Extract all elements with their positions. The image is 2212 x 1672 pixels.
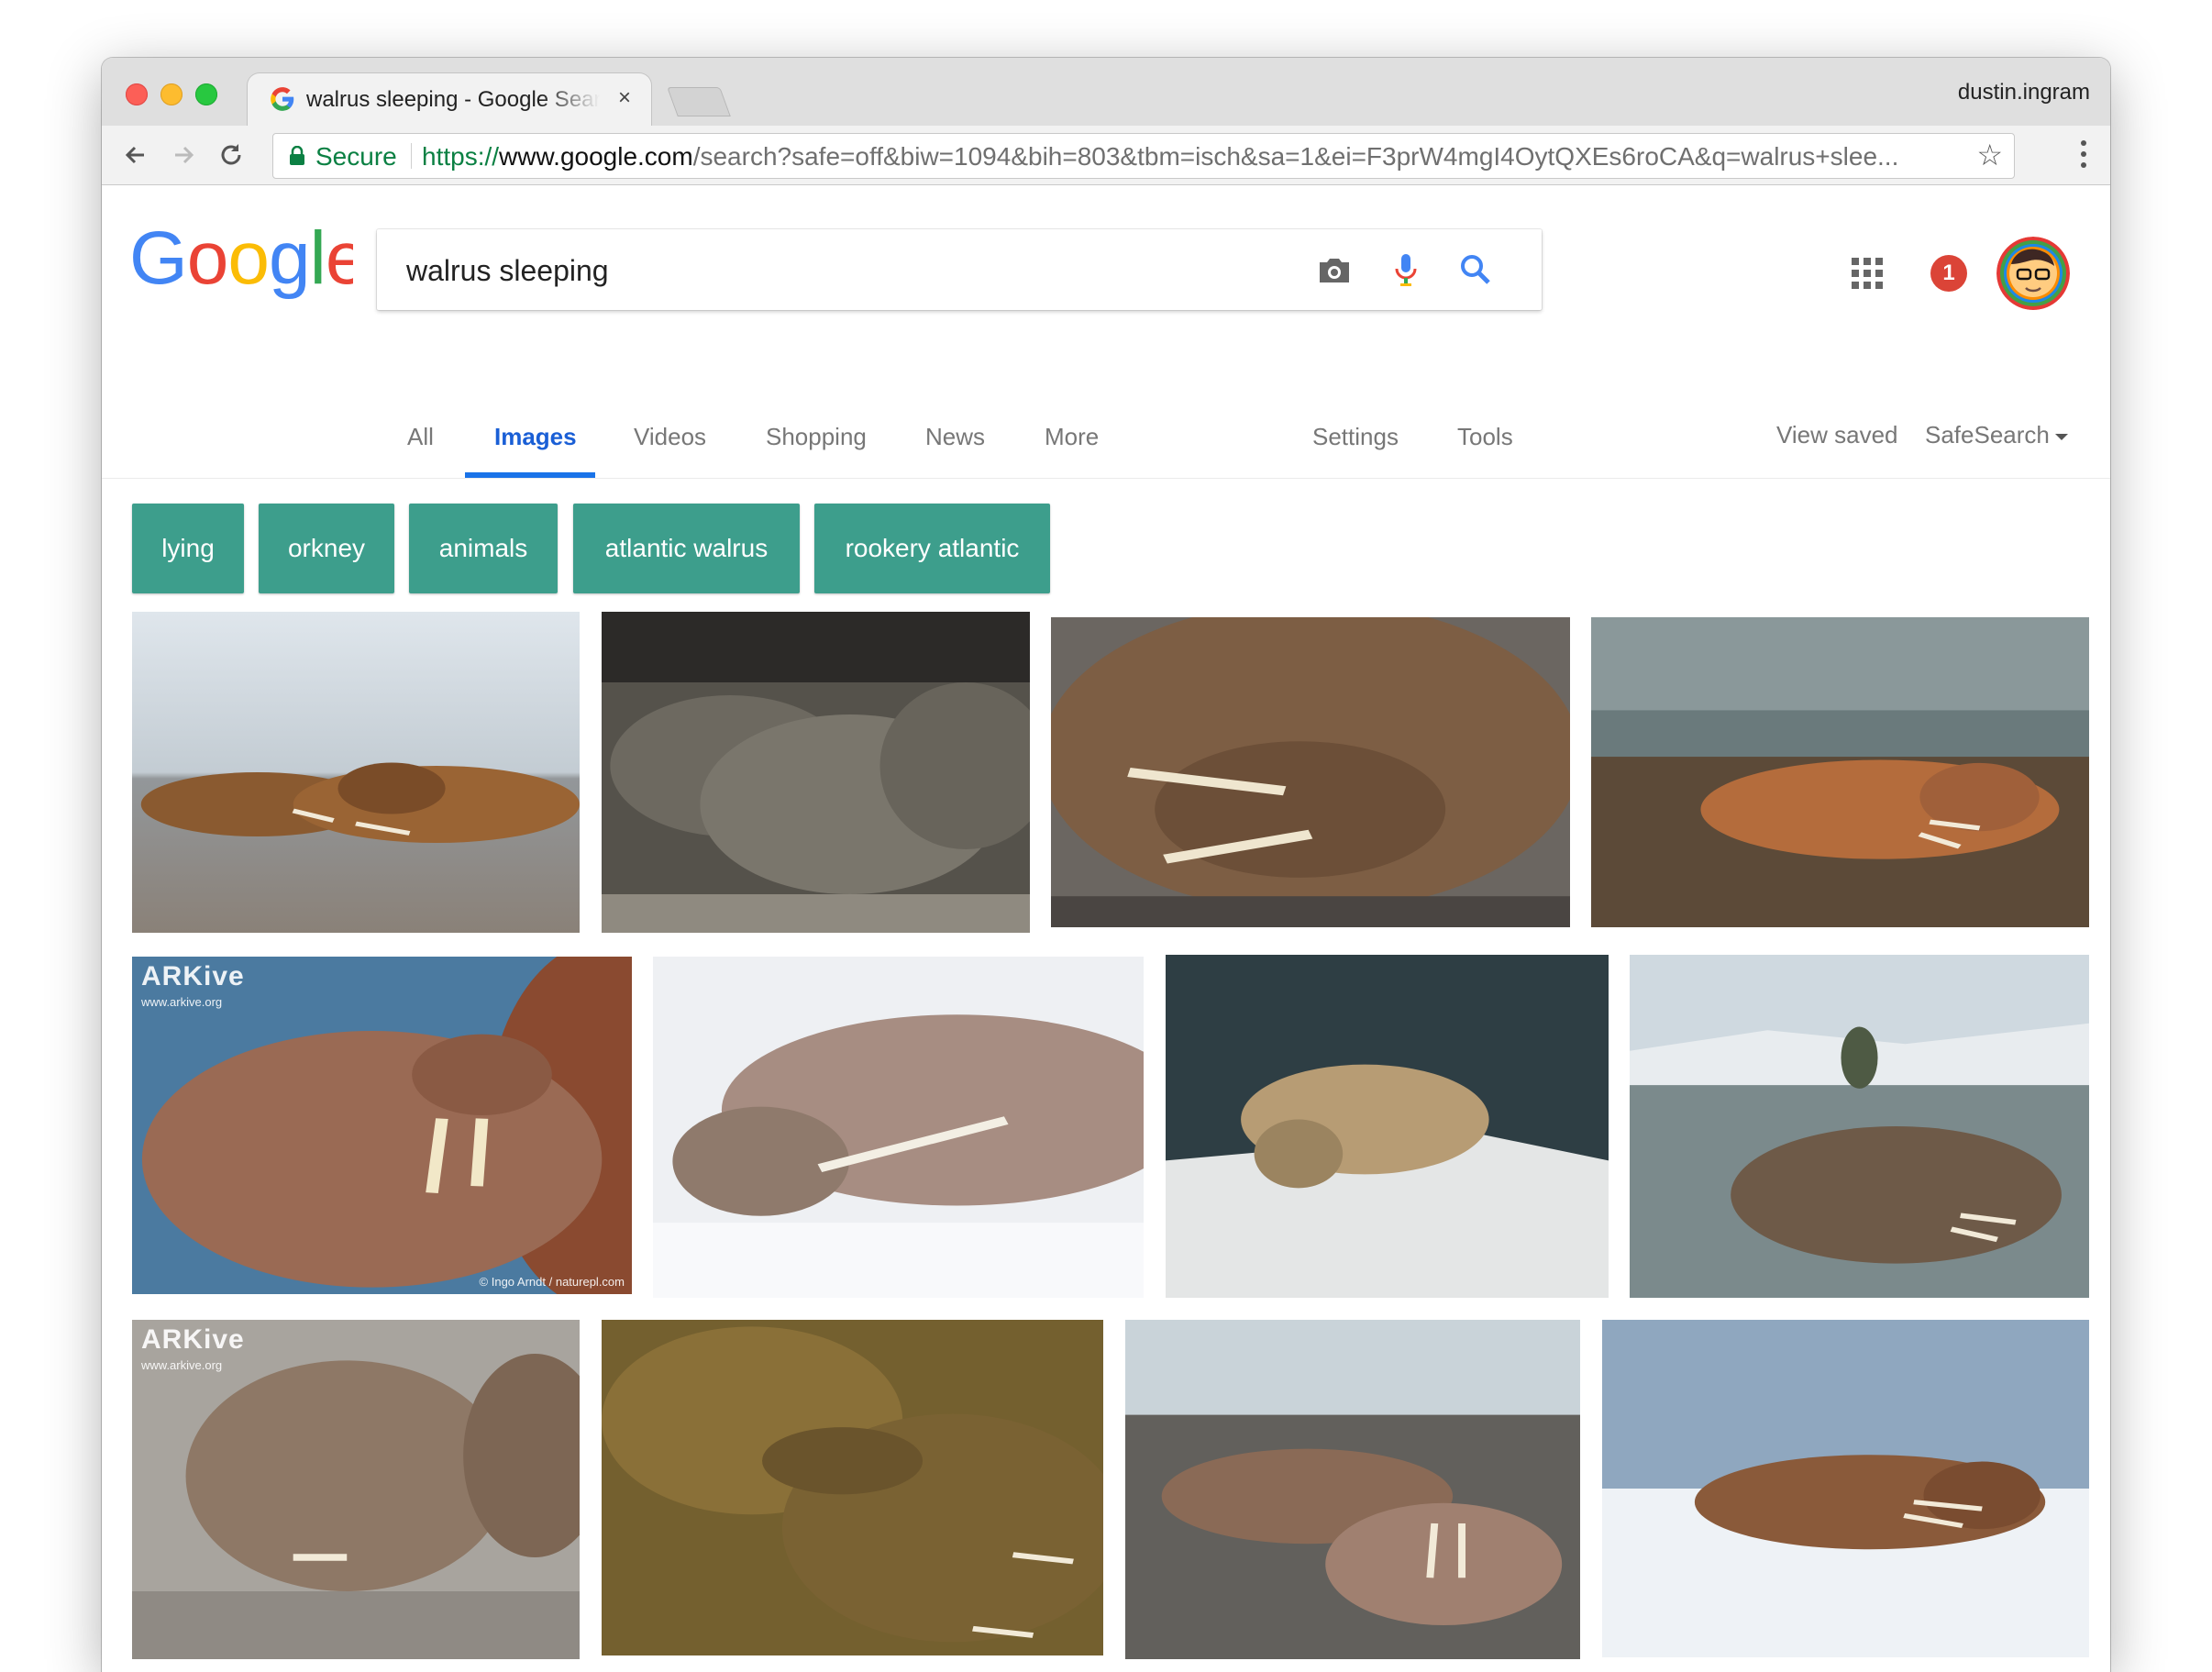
url-text[interactable]: https://www.google.com/search?safe=off&b… bbox=[422, 142, 1935, 172]
tab-videos[interactable]: Videos bbox=[634, 423, 706, 451]
tab-bar: walrus sleeping - Google Search × dustin… bbox=[102, 58, 2110, 127]
chip-animals[interactable]: animals bbox=[409, 504, 558, 593]
arkive-watermark: ARKive www.arkive.org bbox=[141, 961, 245, 1015]
arkive-url: www.arkive.org bbox=[141, 995, 223, 1009]
tab-shopping[interactable]: Shopping bbox=[766, 423, 867, 451]
tab-more[interactable]: More bbox=[1045, 423, 1099, 451]
notifications-badge[interactable]: 1 bbox=[1930, 255, 1967, 292]
search-icon[interactable] bbox=[1455, 249, 1496, 290]
chip-rookery-atlantic[interactable]: rookery atlantic bbox=[814, 504, 1050, 593]
walrus-photo bbox=[1630, 955, 2089, 1298]
arkive-watermark: ARKive www.arkive.org bbox=[141, 1324, 245, 1379]
walrus-photo bbox=[602, 1320, 1103, 1655]
chip-lying[interactable]: lying bbox=[132, 504, 244, 593]
account-avatar[interactable] bbox=[1996, 237, 2070, 310]
image-result[interactable] bbox=[1166, 955, 1609, 1298]
reload-icon[interactable] bbox=[214, 138, 249, 172]
photo-credit: © Ingo Arndt / naturepl.com bbox=[479, 1275, 625, 1289]
browser-menu-icon[interactable] bbox=[2081, 140, 2086, 173]
image-result[interactable] bbox=[653, 957, 1144, 1298]
image-result[interactable] bbox=[602, 1320, 1103, 1655]
apps-grid-icon[interactable] bbox=[1852, 258, 1883, 289]
walrus-photo bbox=[653, 957, 1144, 1298]
caret-down-icon bbox=[2054, 433, 2068, 440]
arkive-logo-text: ARKive bbox=[141, 1324, 245, 1355]
walrus-photo bbox=[1166, 955, 1609, 1298]
url-host: www.google.com bbox=[499, 142, 693, 171]
walrus-photo bbox=[1125, 1320, 1580, 1659]
walrus-photo bbox=[132, 612, 580, 933]
bookmark-star-icon[interactable]: ☆ bbox=[1976, 138, 2003, 172]
tab-tools[interactable]: Tools bbox=[1457, 423, 1513, 451]
tab-title: walrus sleeping - Google Search bbox=[306, 87, 600, 112]
tab-settings[interactable]: Settings bbox=[1312, 423, 1399, 451]
tab-all[interactable]: All bbox=[407, 423, 434, 451]
image-result[interactable] bbox=[1125, 1320, 1580, 1659]
chip-atlantic-walrus[interactable]: atlantic walrus bbox=[573, 504, 800, 593]
minimize-window-button[interactable] bbox=[160, 83, 182, 105]
safesearch-label: SafeSearch bbox=[1925, 421, 2050, 448]
active-tab-indicator bbox=[465, 472, 595, 478]
image-result[interactable] bbox=[1591, 617, 2089, 927]
browser-window: walrus sleeping - Google Search × dustin… bbox=[102, 58, 2110, 1672]
image-result[interactable] bbox=[1602, 1320, 2089, 1657]
walrus-photo bbox=[1602, 1320, 2089, 1657]
tab-close-icon[interactable]: × bbox=[618, 84, 631, 112]
profile-name[interactable]: dustin.ingram bbox=[1958, 80, 2090, 105]
forward-arrow-icon[interactable] bbox=[166, 138, 201, 172]
tab-images[interactable]: Images bbox=[494, 423, 577, 451]
search-input[interactable]: walrus sleeping bbox=[406, 254, 609, 288]
image-result[interactable] bbox=[1630, 955, 2089, 1298]
zoom-window-button[interactable] bbox=[195, 83, 217, 105]
image-result[interactable] bbox=[1051, 617, 1570, 927]
lock-icon bbox=[290, 146, 304, 165]
svg-text:Google: Google bbox=[129, 223, 353, 300]
image-result[interactable]: ARKive www.arkive.org © Ingo Arndt / natu… bbox=[132, 957, 632, 1294]
search-box[interactable]: walrus sleeping bbox=[377, 229, 1542, 310]
arkive-url: www.arkive.org bbox=[141, 1358, 223, 1372]
address-separator bbox=[411, 143, 412, 169]
browser-toolbar: Secure https://www.google.com/search?saf… bbox=[102, 126, 2110, 185]
arkive-logo-text: ARKive bbox=[141, 961, 245, 991]
back-arrow-icon[interactable] bbox=[118, 138, 153, 172]
google-logo[interactable]: Google bbox=[129, 223, 353, 300]
url-scheme: https:// bbox=[422, 142, 500, 171]
close-window-button[interactable] bbox=[126, 83, 148, 105]
browser-tab-active[interactable]: walrus sleeping - Google Search × bbox=[247, 72, 652, 127]
image-result[interactable] bbox=[602, 612, 1030, 933]
search-tabs: All Images Videos Shopping News More Set… bbox=[102, 406, 2110, 479]
image-result[interactable]: ARKive www.arkive.org bbox=[132, 1320, 580, 1659]
walrus-photo bbox=[1591, 617, 2089, 927]
secure-label: Secure bbox=[315, 142, 397, 171]
walrus-photo bbox=[602, 612, 1030, 933]
image-result[interactable] bbox=[132, 612, 580, 933]
chip-orkney[interactable]: orkney bbox=[259, 504, 394, 593]
camera-icon[interactable] bbox=[1314, 249, 1355, 290]
google-favicon-icon bbox=[271, 87, 294, 111]
address-bar[interactable]: Secure https://www.google.com/search?saf… bbox=[272, 133, 2015, 179]
walrus-photo bbox=[1051, 617, 1570, 927]
url-path: /search?safe=off&biw=1094&bih=803&tbm=is… bbox=[692, 142, 1899, 171]
view-saved-link[interactable]: View saved bbox=[1776, 421, 1898, 449]
microphone-icon[interactable] bbox=[1386, 249, 1426, 290]
safesearch-dropdown[interactable]: SafeSearch bbox=[1925, 421, 2068, 449]
new-tab-button[interactable] bbox=[667, 87, 731, 116]
tab-news[interactable]: News bbox=[925, 423, 985, 451]
